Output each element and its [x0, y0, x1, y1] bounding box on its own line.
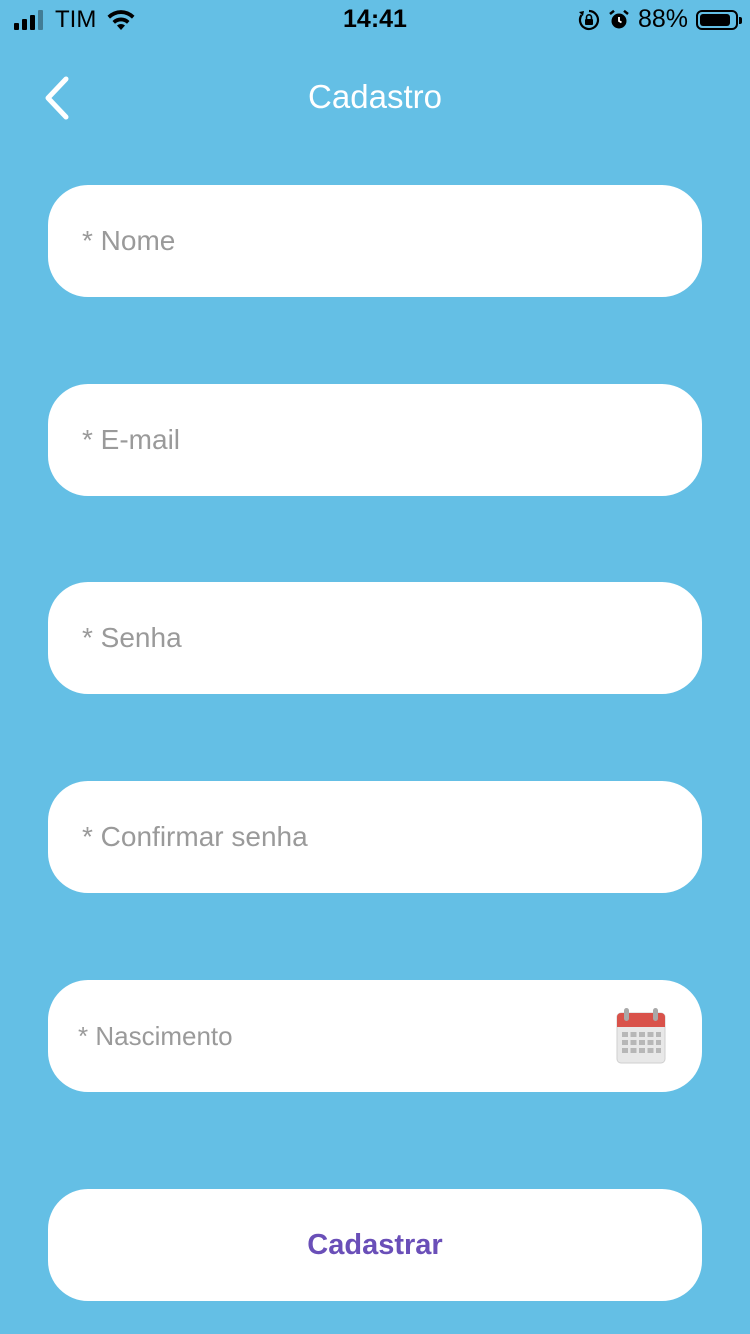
battery-percentage: 88% — [637, 5, 688, 33]
birthdate-field[interactable] — [48, 980, 702, 1092]
orientation-lock-icon — [578, 9, 600, 30]
page-title: Cadastro — [308, 78, 442, 115]
confirm-password-input[interactable] — [80, 820, 666, 854]
calendar-icon[interactable] — [616, 1008, 666, 1064]
password-field[interactable] — [48, 582, 702, 694]
name-field[interactable] — [48, 185, 702, 297]
email-input[interactable] — [80, 423, 666, 457]
name-input[interactable] — [80, 224, 666, 258]
status-right: 88% — [578, 5, 742, 34]
status-bar: TIM 14:41 88% — [0, 0, 750, 40]
battery-icon — [696, 9, 742, 30]
register-button[interactable]: Cadastrar — [48, 1189, 702, 1301]
navigation-bar: Cadastro — [0, 60, 750, 134]
email-field[interactable] — [48, 384, 702, 496]
birthdate-input[interactable] — [76, 1019, 616, 1053]
alarm-icon — [609, 9, 629, 28]
password-input[interactable] — [80, 621, 666, 655]
confirm-password-field[interactable] — [48, 781, 702, 893]
battery-fill — [700, 13, 730, 26]
